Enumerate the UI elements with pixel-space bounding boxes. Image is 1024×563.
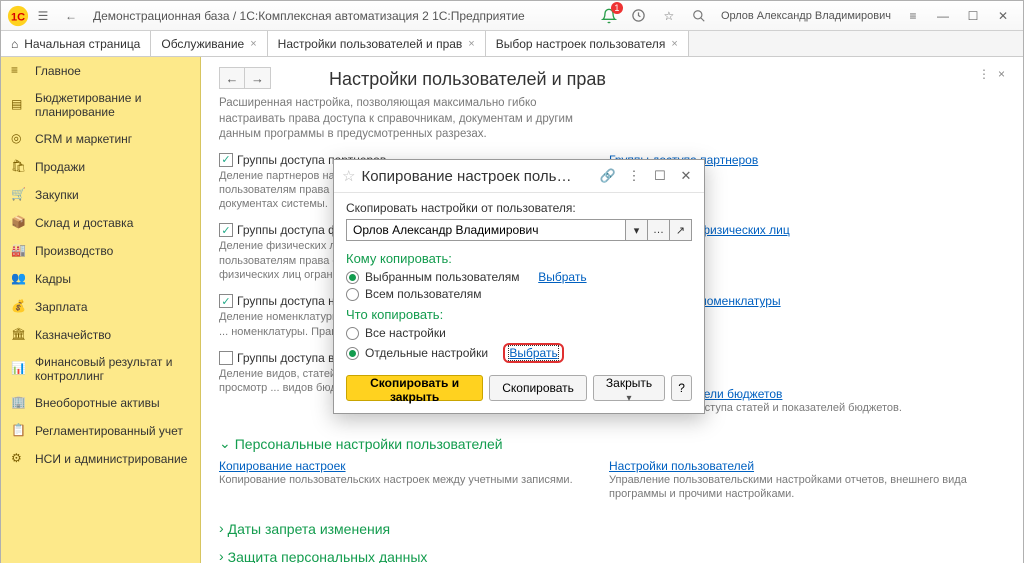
page-more-icon[interactable]: ⋮	[978, 67, 990, 81]
section-personal-settings[interactable]: Персональные настройки пользователей	[219, 436, 1005, 453]
copy-settings-dialog: ☆ Копирование настроек поль… 🔗 ⋮ ☐ ✕ Ско…	[333, 159, 705, 414]
home-icon: ⌂	[11, 37, 18, 51]
sidebar-item-assets[interactable]: 🏢Внеоборотные активы	[1, 389, 200, 417]
dropdown-icon[interactable]: ▾	[626, 219, 648, 241]
box-icon: 📦	[11, 215, 27, 231]
nav-fwd-button[interactable]: →	[245, 67, 271, 89]
radio-all-settings[interactable]	[346, 327, 359, 340]
sidebar: ≡Главное ▤Бюджетирование и планирование …	[1, 57, 201, 563]
select-more-icon[interactable]: …	[648, 219, 670, 241]
link-select-settings[interactable]: Выбрать	[509, 346, 557, 360]
gear-icon: ⚙	[11, 451, 27, 467]
menu-icon[interactable]: ☰	[31, 4, 55, 28]
tab-user-rights[interactable]: Настройки пользователей и прав×	[268, 31, 486, 56]
checkbox-budgets[interactable]	[219, 351, 233, 365]
tab-home[interactable]: ⌂ Начальная страница	[1, 31, 151, 56]
people-icon: 👥	[11, 271, 27, 287]
bag-icon: 🛍	[11, 159, 27, 175]
radio-all-users[interactable]	[346, 288, 359, 301]
sidebar-item-sales[interactable]: 🛍Продажи	[1, 153, 200, 181]
nav-back-button[interactable]: ←	[219, 67, 245, 89]
copy-and-close-button[interactable]: Скопировать и закрыть	[346, 375, 483, 401]
page-close-icon[interactable]: ×	[998, 67, 1005, 81]
money-icon: 💰	[11, 299, 27, 315]
close-button[interactable]: Закрыть	[593, 375, 665, 401]
radio-selected-settings[interactable]	[346, 347, 359, 360]
help-button[interactable]: ?	[671, 375, 692, 401]
copy-button[interactable]: Скопировать	[489, 375, 587, 401]
sidebar-item-finance[interactable]: 📊Финансовый результат и контроллинг	[1, 349, 200, 389]
group-what-copy: Что копировать:	[346, 307, 692, 322]
factory-icon: 🏭	[11, 243, 27, 259]
radio-selected-users[interactable]	[346, 271, 359, 284]
page-title: Настройки пользователей и прав	[329, 69, 1005, 90]
sidebar-item-warehouse[interactable]: 📦Склад и доставка	[1, 209, 200, 237]
dialog-title: Копирование настроек поль…	[361, 168, 592, 185]
section-personal-data[interactable]: Защита персональных данных	[219, 549, 1005, 563]
checkbox-partners[interactable]: ✓	[219, 153, 233, 167]
from-user-input[interactable]	[346, 219, 626, 241]
checkbox-persons[interactable]: ✓	[219, 223, 233, 237]
search-icon[interactable]	[687, 4, 711, 28]
window-title: Демонстрационная база / 1С:Комплексная а…	[85, 9, 595, 23]
bank-icon: 🏛	[11, 327, 27, 343]
link-copy-settings[interactable]: Копирование настроек	[219, 459, 346, 473]
cart-icon: 🛒	[11, 187, 27, 203]
tab-select-settings[interactable]: Выбор настроек пользователя×	[486, 31, 689, 56]
doc-icon: 📋	[11, 423, 27, 439]
open-icon[interactable]: ↗	[670, 219, 692, 241]
close-tab-icon[interactable]: ×	[250, 38, 256, 50]
current-user[interactable]: Орлов Александр Владимирович	[715, 10, 897, 22]
highlighted-select-link: Выбрать	[503, 343, 563, 363]
minimize-icon[interactable]: —	[931, 4, 955, 28]
chart-icon: ▤	[11, 97, 27, 113]
sidebar-item-salary[interactable]: 💰Зарплата	[1, 293, 200, 321]
close-window-icon[interactable]: ✕	[991, 4, 1015, 28]
favorite-icon[interactable]: ☆	[657, 4, 681, 28]
sidebar-item-admin[interactable]: ⚙НСИ и администрирование	[1, 445, 200, 473]
tab-bar: ⌂ Начальная страница Обслуживание× Настр…	[1, 31, 1023, 57]
sidebar-item-production[interactable]: 🏭Производство	[1, 237, 200, 265]
dialog-more-icon[interactable]: ⋮	[624, 166, 644, 186]
link-icon[interactable]: 🔗	[598, 166, 618, 186]
sidebar-item-budget[interactable]: ▤Бюджетирование и планирование	[1, 85, 200, 125]
app-logo-icon: 1С	[7, 5, 29, 27]
notifications-icon[interactable]: 1	[597, 4, 621, 28]
from-user-label: Скопировать настройки от пользователя:	[346, 201, 692, 215]
tab-maintenance[interactable]: Обслуживание×	[151, 31, 267, 56]
building-icon: 🏢	[11, 395, 27, 411]
link-user-settings[interactable]: Настройки пользователей	[609, 459, 754, 473]
group-copy-to: Кому копировать:	[346, 251, 692, 266]
svg-text:1С: 1С	[11, 11, 25, 23]
sidebar-item-purchases[interactable]: 🛒Закупки	[1, 181, 200, 209]
section-edit-dates[interactable]: Даты запрета изменения	[219, 521, 1005, 537]
close-tab-icon[interactable]: ×	[468, 38, 474, 50]
sidebar-item-treasury[interactable]: 🏛Казначейство	[1, 321, 200, 349]
favorite-dialog-icon[interactable]: ☆	[342, 167, 355, 185]
sidebar-item-regulated[interactable]: 📋Регламентированный учет	[1, 417, 200, 445]
sidebar-item-crm[interactable]: ◎CRM и маркетинг	[1, 125, 200, 153]
close-tab-icon[interactable]: ×	[671, 38, 677, 50]
page-description: Расширенная настройка, позволяющая макси…	[219, 96, 599, 143]
history-icon[interactable]	[627, 4, 651, 28]
sidebar-item-main[interactable]: ≡Главное	[1, 57, 200, 85]
target-icon: ◎	[11, 131, 27, 147]
maximize-icon[interactable]: ☐	[961, 4, 985, 28]
link-select-users[interactable]: Выбрать	[538, 270, 586, 284]
dialog-maximize-icon[interactable]: ☐	[650, 166, 670, 186]
nav-back-icon[interactable]: ←	[59, 4, 83, 28]
notification-badge: 1	[611, 2, 623, 14]
user-menu-icon[interactable]: ≡	[901, 4, 925, 28]
checkbox-nomenclature[interactable]: ✓	[219, 294, 233, 308]
home-icon: ≡	[11, 63, 27, 79]
dialog-close-icon[interactable]: ✕	[676, 166, 696, 186]
sidebar-item-hr[interactable]: 👥Кадры	[1, 265, 200, 293]
bars-icon: 📊	[11, 361, 27, 377]
